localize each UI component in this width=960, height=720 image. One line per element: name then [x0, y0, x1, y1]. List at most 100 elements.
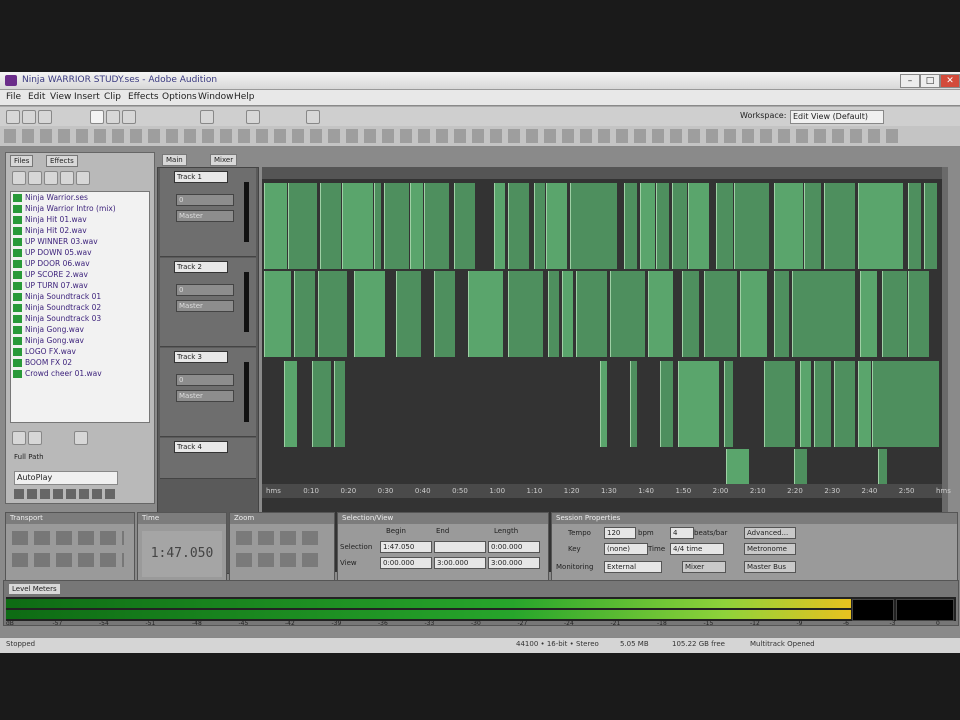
zoom-horizontal-buttons[interactable] [236, 531, 324, 545]
audio-clip[interactable] [882, 271, 907, 357]
audio-clip[interactable] [454, 183, 475, 269]
track-volume[interactable]: 0 [176, 284, 234, 296]
tab-mixer[interactable]: Mixer [210, 154, 238, 166]
list-item[interactable]: Ninja Soundtrack 03 [11, 313, 149, 324]
track-lane-3[interactable] [264, 361, 939, 447]
list-item[interactable]: Ninja Warrior.ses [11, 192, 149, 203]
audio-clip[interactable] [342, 183, 373, 269]
timeline-ruler-top[interactable] [262, 167, 942, 179]
audio-clip[interactable] [804, 183, 821, 269]
edit-view-icon[interactable] [6, 110, 20, 124]
loop-icon[interactable] [246, 110, 260, 124]
zoom-vertical-buttons[interactable] [236, 553, 324, 567]
transport-stop-play-buttons[interactable] [12, 531, 124, 545]
audio-clip[interactable] [660, 361, 673, 447]
import-icon[interactable] [12, 171, 26, 185]
audio-clip[interactable] [834, 361, 855, 447]
view-begin-field[interactable]: 0:00.000 [380, 557, 432, 569]
menu-window[interactable]: Window [198, 92, 234, 102]
audio-clip[interactable] [648, 271, 673, 357]
audio-clip[interactable] [824, 183, 855, 269]
list-item[interactable]: UP WINNER 03.wav [11, 236, 149, 247]
list-item[interactable]: BOOM FX 02 [11, 357, 149, 368]
minimize-button[interactable]: – [900, 74, 920, 88]
time-signature-select[interactable]: 4/4 time [670, 543, 724, 555]
audio-clip[interactable] [678, 361, 719, 447]
audio-clip[interactable] [374, 183, 381, 269]
menu-edit[interactable]: Edit [28, 92, 45, 102]
edit-file-icon[interactable] [60, 171, 74, 185]
track-volume[interactable]: 0 [176, 374, 234, 386]
audio-clip[interactable] [548, 271, 559, 357]
move-tool-icon[interactable] [106, 110, 120, 124]
audio-clip[interactable] [924, 183, 937, 269]
tab-effects[interactable]: Effects [46, 155, 78, 167]
audio-clip[interactable] [264, 271, 291, 357]
audio-clip[interactable] [534, 183, 545, 269]
play-file-icon[interactable] [76, 171, 90, 185]
zoom-icon[interactable] [306, 110, 320, 124]
audio-clip[interactable] [424, 183, 449, 269]
list-item[interactable]: UP SCORE 2.wav [11, 269, 149, 280]
selection-end-field[interactable] [434, 541, 486, 553]
audio-clip[interactable] [688, 183, 709, 269]
track-lane-4[interactable] [264, 449, 939, 485]
audio-clip[interactable] [800, 361, 811, 447]
menu-clip[interactable]: Clip [104, 92, 121, 102]
audio-clip[interactable] [716, 183, 733, 269]
audio-clip[interactable] [468, 271, 503, 357]
tab-main[interactable]: Main [162, 154, 187, 166]
volume-icon[interactable] [74, 431, 88, 445]
audio-clip[interactable] [396, 271, 421, 357]
track-volume[interactable]: 0 [176, 194, 234, 206]
audio-clip[interactable] [872, 361, 939, 447]
audio-clip[interactable] [562, 271, 573, 357]
view-end-field[interactable]: 3:00.000 [434, 557, 486, 569]
menu-view[interactable]: View [50, 92, 71, 102]
close-button[interactable]: ✕ [940, 74, 960, 88]
audio-clip[interactable] [878, 449, 887, 485]
audio-clip[interactable] [610, 271, 645, 357]
key-select[interactable]: (none) [604, 543, 648, 555]
list-item[interactable]: Ninja Warrior Intro (mix) [11, 203, 149, 214]
track-output[interactable]: Master [176, 300, 234, 312]
track-name-field[interactable]: Track 4 [174, 441, 228, 453]
list-item[interactable]: Ninja Gong.wav [11, 335, 149, 346]
selection-length-field[interactable]: 0:00.000 [488, 541, 540, 553]
audio-clip[interactable] [434, 271, 455, 357]
audio-clip[interactable] [508, 271, 543, 357]
audio-clip[interactable] [318, 271, 347, 357]
view-length-field[interactable]: 3:00.000 [488, 557, 540, 569]
audio-clip[interactable] [334, 361, 345, 447]
audio-clip[interactable] [814, 361, 831, 447]
audio-clip[interactable] [774, 183, 803, 269]
audio-clip[interactable] [284, 361, 297, 447]
track-name-field[interactable]: Track 2 [174, 261, 228, 273]
audio-clip[interactable] [508, 183, 529, 269]
menu-help[interactable]: Help [234, 92, 255, 102]
list-item[interactable]: UP TURN 07.wav [11, 280, 149, 291]
menu-options[interactable]: Options [162, 92, 197, 102]
track-name-field[interactable]: Track 1 [174, 171, 228, 183]
audio-clip[interactable] [576, 271, 607, 357]
audio-clip[interactable] [410, 183, 423, 269]
menu-file[interactable]: File [6, 92, 21, 102]
beats-field[interactable]: 4 [670, 527, 694, 539]
audio-clip[interactable] [600, 361, 607, 447]
menu-effects[interactable]: Effects [128, 92, 159, 102]
audio-clip[interactable] [858, 361, 871, 447]
shortcut-icon-strip[interactable] [4, 129, 904, 143]
list-item[interactable]: LOGO FX.wav [11, 346, 149, 357]
audio-clip[interactable] [794, 449, 807, 485]
audio-clip[interactable] [624, 183, 637, 269]
audio-clip[interactable] [726, 449, 749, 485]
audio-clip[interactable] [860, 271, 877, 357]
audio-clip[interactable] [774, 271, 789, 357]
maximize-button[interactable]: □ [920, 74, 940, 88]
tempo-field[interactable]: 120 [604, 527, 636, 539]
audio-clip[interactable] [384, 183, 409, 269]
audio-clip[interactable] [672, 183, 687, 269]
track-name-field[interactable]: Track 3 [174, 351, 228, 363]
audio-clip[interactable] [908, 271, 929, 357]
audio-clip[interactable] [656, 183, 669, 269]
